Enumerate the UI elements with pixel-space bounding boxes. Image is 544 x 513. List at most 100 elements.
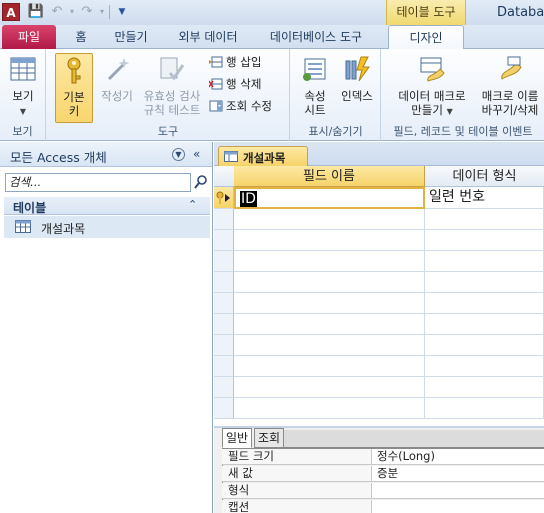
test-validation-label: 유효성 검사 규칙 테스트 (143, 89, 201, 117)
property-label: 캡션 (222, 500, 372, 513)
indexes-button[interactable]: 인덱스 (337, 53, 377, 103)
field-name-value: ID (240, 191, 257, 207)
property-sheet-icon (303, 58, 326, 81)
tab-home[interactable]: 홈 (66, 25, 96, 49)
data-type-cell[interactable] (425, 272, 544, 293)
primary-key-button[interactable]: 기본 키 (55, 53, 93, 123)
tab-design[interactable]: 디자인 (388, 25, 464, 50)
field-name-cell[interactable] (234, 293, 425, 314)
row-selector[interactable] (214, 335, 234, 356)
field-name-cell[interactable] (234, 356, 425, 377)
indexes-label: 인덱스 (341, 89, 373, 103)
field-name-cell[interactable] (234, 209, 425, 230)
property-value: 정수(Long) (377, 449, 435, 463)
view-label: 보기 (12, 89, 34, 103)
property-row-caption[interactable]: 캡션 (222, 500, 544, 513)
group-show-hide: 속성 시트 인덱스 표시/숨기기 (291, 49, 381, 141)
tab-general[interactable]: 일반 (222, 428, 253, 448)
customize-qat-icon[interactable]: ▼ (113, 3, 131, 21)
tab-create[interactable]: 만들기 (106, 25, 156, 49)
delete-rows-button[interactable]: 행 삭제 (209, 75, 261, 93)
table-design-icon (224, 151, 238, 162)
nav-pane-title: 모든 Access 개체 (10, 150, 107, 165)
property-label: 새 값 (222, 466, 372, 481)
data-macro-icon (420, 57, 445, 82)
data-type-cell[interactable] (425, 356, 544, 377)
builder-button[interactable]: 작성기 (97, 53, 137, 103)
insert-rows-button[interactable]: 행 삽입 (209, 53, 261, 71)
data-type-cell[interactable] (425, 209, 544, 230)
field-name-cell[interactable] (234, 398, 425, 419)
field-name-cell[interactable]: ID (234, 187, 425, 209)
tab-database-tools[interactable]: 데이터베이스 도구 (260, 25, 372, 49)
data-type-cell[interactable] (425, 314, 544, 335)
group-field-events-label: 필드, 레코드 및 테이블 이벤트 (393, 125, 533, 138)
modify-lookups-button[interactable]: 조회 수정 (209, 97, 272, 115)
nav-group-tables[interactable]: 테이블 ⌃ (4, 197, 210, 215)
view-button[interactable]: 보기 ▼ (4, 53, 42, 119)
access-app-icon[interactable]: A (2, 3, 20, 21)
column-header-field-name[interactable]: 필드 이름 (234, 166, 425, 187)
document-tab-label: 개설과목 (243, 151, 286, 165)
data-type-cell[interactable] (425, 230, 544, 251)
create-data-macros-button[interactable]: 데이터 매크로 만들기 ▼ (394, 53, 470, 119)
rename-delete-macro-button[interactable]: 매크로 이름 바꾸기/삭제 (474, 53, 544, 117)
data-type-cell[interactable]: 일련 번호 (425, 187, 544, 209)
view-dropdown-icon: ▼ (19, 107, 27, 116)
key-icon (67, 57, 81, 84)
data-type-cell[interactable] (425, 398, 544, 419)
data-type-cell[interactable] (425, 293, 544, 314)
group-field-events: 데이터 매크로 만들기 ▼ 매크로 이름 바꾸기/삭제 필드, 레코드 및 테이… (382, 49, 544, 141)
tab-external-data[interactable]: 외부 데이터 (170, 25, 246, 49)
table-tools-context-header: 테이블 도구 (386, 0, 466, 25)
property-row-new-values[interactable]: 새 값 증분 (222, 466, 544, 482)
create-data-macros-dropdown-icon: ▼ (446, 107, 453, 116)
nav-pane-header[interactable]: 모든 Access 개체 ▼ « (0, 142, 212, 167)
data-type-cell[interactable] (425, 335, 544, 356)
collapse-group-icon[interactable]: ⌃ (188, 198, 197, 211)
field-name-cell[interactable] (234, 230, 425, 251)
row-selector[interactable] (214, 293, 234, 314)
nav-pane-collapse-icon[interactable]: « (193, 147, 200, 161)
qat-separator (109, 5, 110, 19)
property-row-field-size[interactable]: 필드 크기 정수(Long) (222, 449, 544, 465)
row-selector[interactable] (214, 377, 234, 398)
field-name-cell[interactable] (234, 377, 425, 398)
row-selector[interactable] (214, 230, 234, 251)
column-header-data-type[interactable]: 데이터 형식 (425, 166, 544, 187)
row-selector[interactable] (214, 314, 234, 335)
document-tab[interactable]: 개설과목 (218, 146, 308, 166)
nav-item-table[interactable]: 개설과목 (4, 216, 210, 238)
group-tools: 기본 키 작성기 유효성 검사 규칙 테스트 행 삽입 행 삭제 조회 수정 도… (47, 49, 290, 141)
nav-search-input[interactable]: 검색... (5, 173, 191, 192)
row-selector-current[interactable] (214, 187, 234, 209)
builder-wand-icon (107, 58, 130, 81)
ribbon: 보기 ▼ 보기 기본 키 작성기 유효성 검사 규칙 테스트 행 삽입 행 삭제… (0, 49, 544, 141)
field-name-cell[interactable] (234, 335, 425, 356)
navigation-pane: 모든 Access 개체 ▼ « 검색... 테이블 ⌃ 개설과목 (0, 142, 213, 513)
row-selector[interactable] (214, 209, 234, 230)
data-type-cell[interactable] (425, 251, 544, 272)
property-sheet-label: 속성 시트 (304, 89, 326, 117)
tab-lookup[interactable]: 조회 (254, 428, 285, 448)
data-type-cell[interactable] (425, 377, 544, 398)
row-selector[interactable] (214, 356, 234, 377)
row-selector[interactable] (214, 272, 234, 293)
tab-file[interactable]: 파일 (2, 25, 56, 49)
field-name-cell[interactable] (234, 251, 425, 272)
nav-item-label: 개설과목 (41, 222, 86, 236)
property-sheet-button[interactable]: 속성 시트 (295, 53, 335, 117)
property-row-format[interactable]: 형식 (222, 483, 544, 499)
test-validation-button[interactable]: 유효성 검사 규칙 테스트 (139, 53, 205, 117)
search-icon[interactable] (193, 174, 209, 190)
nav-pane-menu-icon[interactable]: ▼ (172, 148, 185, 161)
row-selector[interactable] (214, 251, 234, 272)
delete-rows-icon (209, 78, 223, 90)
save-icon[interactable]: 💾 (27, 3, 45, 21)
group-view: 보기 ▼ 보기 (0, 49, 46, 141)
validation-icon (160, 57, 185, 81)
field-name-cell[interactable] (234, 272, 425, 293)
primary-key-label: 기본 키 (63, 90, 85, 118)
row-selector[interactable] (214, 398, 234, 419)
field-name-cell[interactable] (234, 314, 425, 335)
